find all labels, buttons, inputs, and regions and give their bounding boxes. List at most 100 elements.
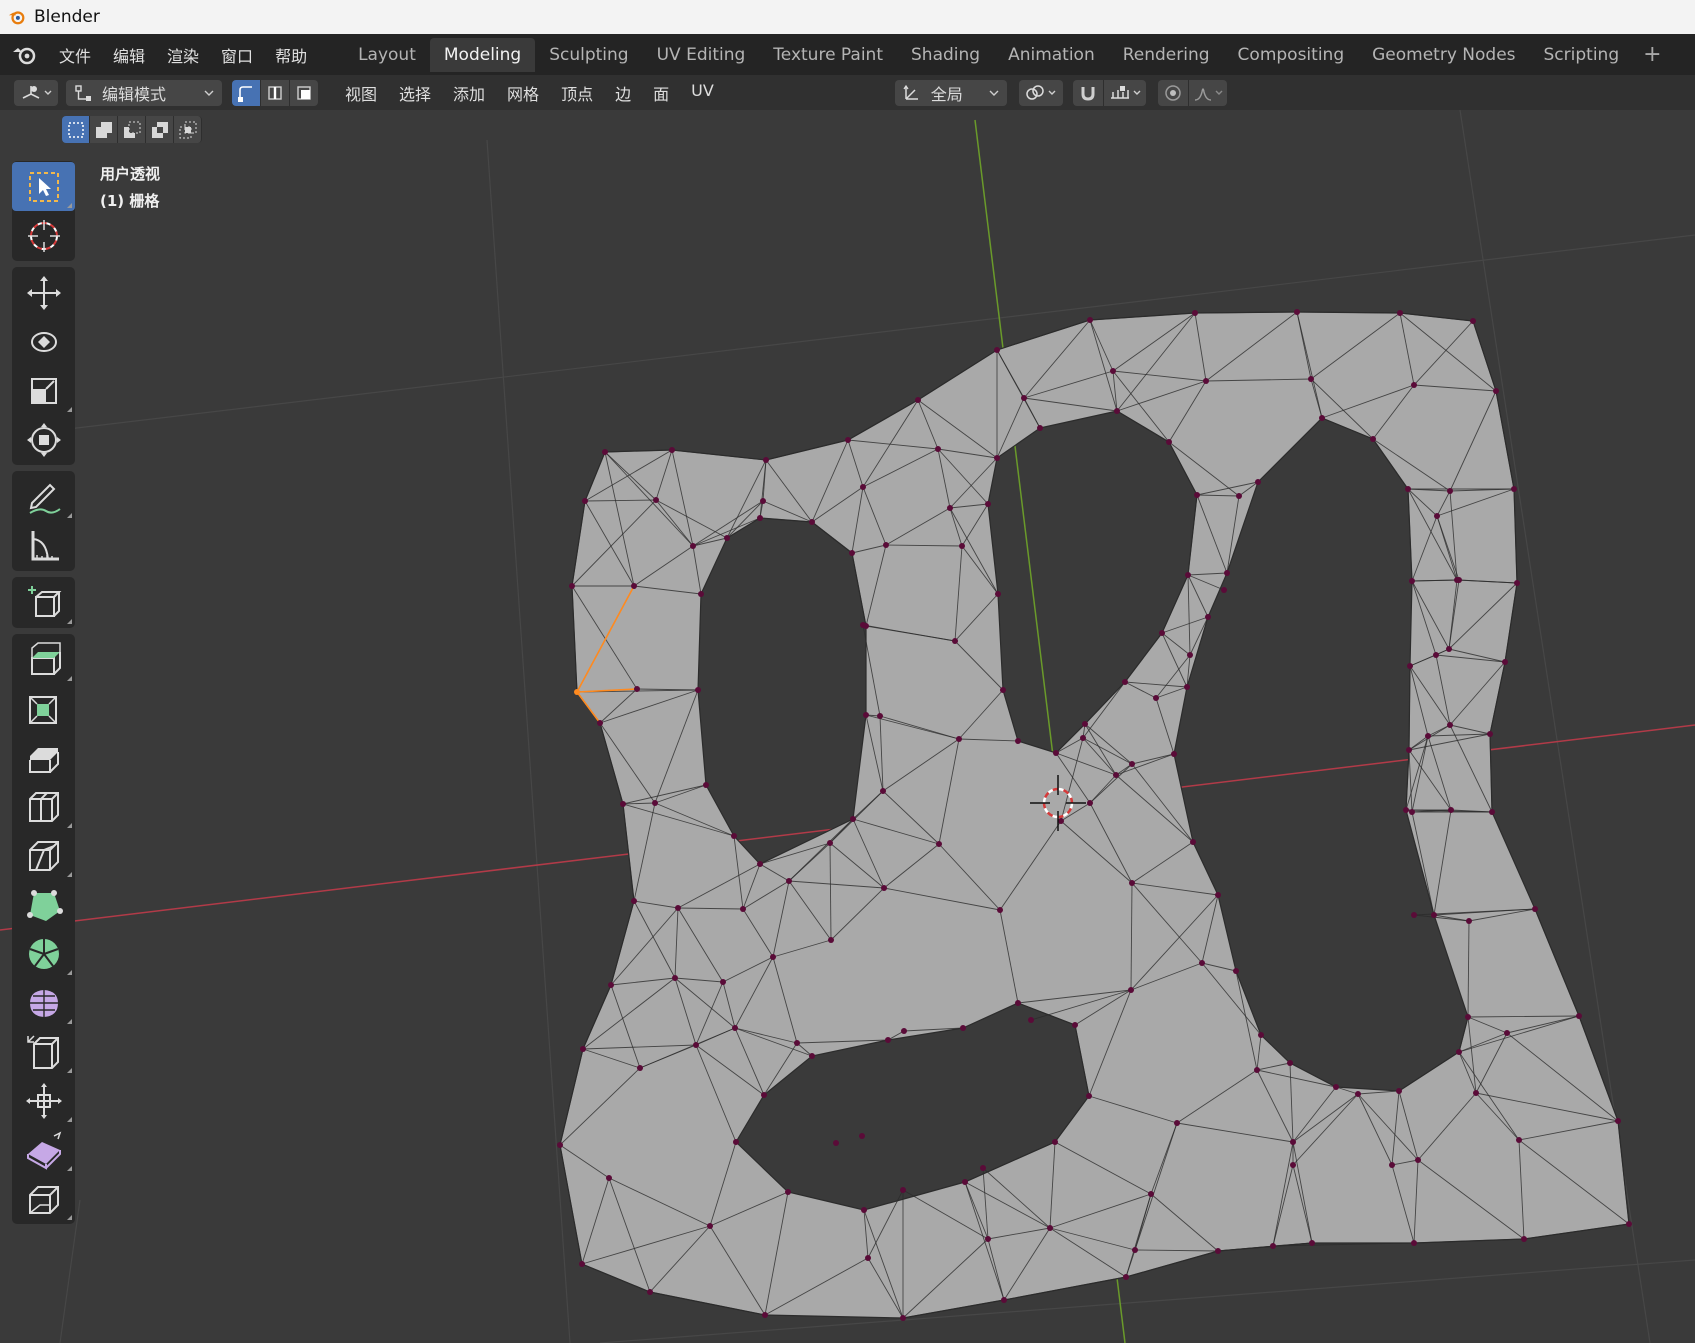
mesh-vertex[interactable] [1174, 1120, 1180, 1126]
menu-window[interactable]: 窗口 [210, 39, 264, 71]
mesh-vertex[interactable] [861, 1207, 867, 1213]
mesh-vertex[interactable] [707, 1223, 713, 1229]
proportional-edit-button[interactable] [1157, 79, 1189, 106]
mesh-vertex[interactable] [1233, 968, 1239, 974]
mesh-vertex[interactable] [698, 591, 704, 597]
mesh-vertex[interactable] [863, 712, 869, 718]
mesh-vertex[interactable] [850, 816, 856, 822]
mesh-vertex[interactable] [757, 861, 763, 867]
mesh-vertex[interactable] [865, 1255, 871, 1261]
mesh-vertex[interactable] [960, 1025, 966, 1031]
mesh-vertex[interactable] [880, 788, 886, 794]
transform-orientation-dropdown[interactable]: 全局 [894, 79, 1007, 106]
mesh-vertex[interactable] [809, 1053, 815, 1059]
snap-target-dropdown[interactable] [1103, 79, 1146, 106]
mesh-vertex[interactable] [1001, 1297, 1007, 1303]
mesh-vertex[interactable] [1370, 436, 1376, 442]
menu-edit[interactable]: 编辑 [102, 39, 156, 71]
mesh-vertex[interactable] [1236, 493, 1242, 499]
mesh-vertex[interactable] [1456, 1049, 1462, 1055]
mesh-vertex[interactable] [1166, 439, 1172, 445]
mesh-vertex[interactable] [1407, 663, 1413, 669]
mesh-vertex[interactable] [582, 498, 588, 504]
mesh-vertex[interactable] [631, 583, 637, 589]
mesh-vertex[interactable] [1159, 630, 1165, 636]
mesh-vertex[interactable] [1028, 1017, 1034, 1023]
mesh-vertex[interactable] [1058, 818, 1064, 824]
tool-cursor[interactable] [12, 211, 75, 260]
mesh-vertex[interactable] [1053, 750, 1059, 756]
menu-view[interactable]: 视图 [334, 81, 388, 105]
mesh-vertex[interactable] [849, 550, 855, 556]
mesh-vertex[interactable] [1415, 1157, 1421, 1163]
mesh-vertex[interactable] [634, 686, 640, 692]
mesh-vertex[interactable] [1128, 987, 1134, 993]
tool-poly-build[interactable] [12, 880, 75, 929]
mesh-vertex[interactable] [994, 455, 1000, 461]
mesh-vertex[interactable] [1205, 614, 1211, 620]
mesh-vertex[interactable] [1446, 646, 1452, 652]
mesh-vertex[interactable] [995, 591, 1001, 597]
mesh-vertex[interactable] [1434, 513, 1440, 519]
menu-render[interactable]: 渲染 [156, 39, 210, 71]
mesh-vertex[interactable] [740, 906, 746, 912]
mesh-vertex[interactable] [1411, 382, 1417, 388]
mesh-vertex[interactable] [947, 505, 953, 511]
mesh-vertex[interactable] [1294, 309, 1300, 315]
mesh-vertex[interactable] [675, 905, 681, 911]
mesh-vertex[interactable] [956, 736, 962, 742]
tool-edge-slide[interactable] [12, 1027, 75, 1076]
mesh-vertex[interactable] [1171, 751, 1177, 757]
mesh-vertex[interactable] [1255, 479, 1261, 485]
mesh-vertex[interactable] [901, 1028, 907, 1034]
tool-select-box[interactable] [12, 162, 75, 211]
tool-annotate[interactable] [12, 472, 75, 521]
mesh-vertex[interactable] [608, 982, 614, 988]
mesh-vertex[interactable] [845, 437, 851, 443]
mesh-vertex[interactable] [1405, 486, 1411, 492]
mesh-vertex[interactable] [1411, 912, 1417, 918]
mesh-vertex[interactable] [1148, 1191, 1154, 1197]
tool-inset-faces[interactable] [12, 684, 75, 733]
mesh-vertex[interactable] [985, 501, 991, 507]
tab-animation[interactable]: Animation [994, 38, 1109, 72]
mesh-vertex[interactable] [915, 397, 921, 403]
mesh-vertex[interactable] [731, 833, 737, 839]
menu-select[interactable]: 选择 [388, 81, 442, 105]
mesh-vertex[interactable] [1187, 652, 1193, 658]
mesh-vertex[interactable] [1047, 1225, 1053, 1231]
mesh-vertex[interactable] [1153, 695, 1159, 701]
menu-uv[interactable]: UV [680, 81, 725, 105]
tool-transform[interactable] [12, 415, 75, 464]
mesh-vertex[interactable] [962, 1179, 968, 1185]
mesh-vertex[interactable] [761, 1092, 767, 1098]
tab-shading[interactable]: Shading [897, 38, 994, 72]
mesh-vertex[interactable] [1072, 1022, 1078, 1028]
snap-toggle-button[interactable] [1072, 79, 1104, 106]
mesh-vertex[interactable] [883, 542, 889, 548]
mesh-vertex[interactable] [1521, 1236, 1527, 1242]
mesh-vertex[interactable] [606, 1175, 612, 1181]
mesh-vertex[interactable] [1333, 1084, 1339, 1090]
mesh-vertex[interactable] [1308, 376, 1314, 382]
mesh-vertex[interactable] [859, 1133, 865, 1139]
mesh-vertex[interactable] [1015, 738, 1021, 744]
mesh-vertex[interactable] [1466, 918, 1472, 924]
mesh-vertex[interactable] [1270, 1243, 1276, 1249]
mesh-vertex[interactable] [1433, 652, 1439, 658]
mesh-vertex[interactable] [557, 1142, 563, 1148]
menu-mesh[interactable]: 网格 [496, 81, 550, 105]
editor-type-button[interactable] [14, 79, 58, 106]
tool-smooth[interactable] [12, 978, 75, 1027]
mesh-vertex[interactable] [1425, 733, 1431, 739]
mesh-vertex[interactable] [732, 1025, 738, 1031]
mesh-vertex[interactable] [1411, 1240, 1417, 1246]
tab-geometry-nodes[interactable]: Geometry Nodes [1358, 38, 1529, 72]
mesh-vertex[interactable] [985, 1236, 991, 1242]
mesh-vertex[interactable] [881, 885, 887, 891]
tool-add-cube[interactable] [12, 578, 75, 627]
tool-rip-region[interactable] [12, 1174, 75, 1223]
mesh-vertex[interactable] [1465, 1014, 1471, 1020]
mesh-vertex[interactable] [1396, 1088, 1402, 1094]
mesh-vertex[interactable] [1132, 1247, 1138, 1253]
